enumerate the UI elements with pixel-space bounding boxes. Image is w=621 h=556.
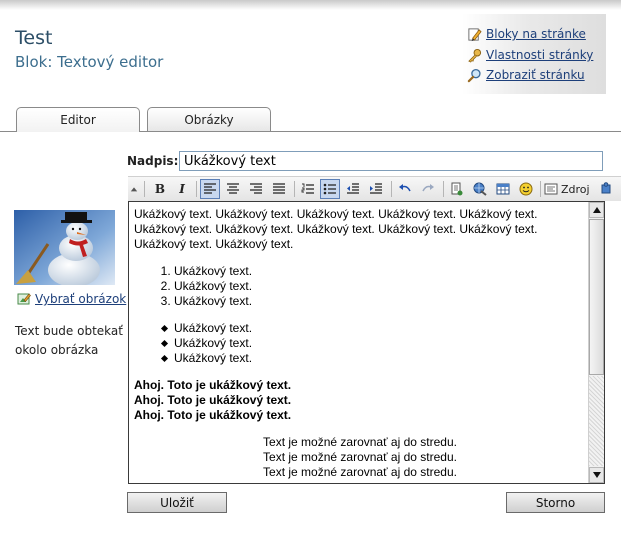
- page-title: Test: [15, 27, 53, 49]
- bold-line: Ahoj. Toto je ukážkový text.: [134, 393, 292, 407]
- insert-link-button[interactable]: [470, 179, 490, 199]
- toolbar-separator: [391, 181, 392, 197]
- image-edit-icon: [17, 293, 31, 305]
- list-item: Ukážkový text.: [164, 351, 586, 366]
- page-subtitle: Blok: Textový editor: [15, 53, 164, 71]
- bullet-list-button[interactable]: [320, 179, 340, 199]
- bold-button[interactable]: B: [150, 179, 170, 199]
- undo-icon: [399, 184, 411, 192]
- page-link-icon: [451, 182, 463, 196]
- centered-line: Text je možné zarovnať aj do stredu.: [263, 435, 457, 449]
- source-button[interactable]: Zdroj: [544, 179, 592, 199]
- puzzle-icon: [601, 182, 611, 194]
- toolbar-separator: [294, 181, 295, 197]
- arrow-up-icon: [592, 207, 601, 213]
- wrap-note: Text bude obtekať okolo obrázka: [15, 324, 123, 357]
- centered-block: Text je možné zarovnať aj do stredu. Tex…: [134, 435, 586, 480]
- sample-paragraph: Ukážkový text. Ukážkový text. Ukážkový t…: [134, 207, 538, 251]
- top-fade-bar: [0, 0, 621, 10]
- scroll-down-arrow[interactable]: [589, 467, 604, 483]
- table-icon: [496, 183, 510, 195]
- editor-content-area[interactable]: Ukážkový text. Ukážkový text. Ukážkový t…: [128, 201, 605, 484]
- tab-editor[interactable]: Editor: [16, 107, 140, 132]
- centered-line: Text je možné zarovnať aj do stredu.: [263, 465, 457, 479]
- nadpis-input[interactable]: [179, 151, 603, 171]
- snowman-image: [14, 210, 115, 285]
- magnifier-icon: [467, 68, 481, 82]
- bold-block: Ahoj. Toto je ukážkový text. Ahoj. Toto …: [134, 378, 586, 423]
- bold-line: Ahoj. Toto je ukážkový text.: [134, 378, 292, 392]
- scroll-track[interactable]: [589, 376, 604, 466]
- align-left-icon: [204, 183, 216, 194]
- link-view-page[interactable]: Zobraziť stránku: [467, 66, 585, 84]
- editor-toolbar: B I Zdroj: [128, 176, 621, 201]
- ordered-list-button[interactable]: [298, 179, 318, 199]
- key-icon: [468, 48, 482, 63]
- redo-icon: [422, 184, 434, 192]
- globe-link-icon: [473, 182, 487, 196]
- align-justify-icon: [273, 183, 285, 194]
- outdent-button[interactable]: [343, 179, 363, 199]
- cancel-button[interactable]: Storno: [506, 492, 605, 513]
- arrow-down-icon: [592, 472, 601, 478]
- italic-button[interactable]: I: [172, 179, 192, 199]
- scroll-thumb[interactable]: [589, 219, 604, 375]
- outdent-icon: [347, 183, 359, 194]
- scroll-up-arrow[interactable]: [589, 202, 604, 218]
- tab-images[interactable]: Obrázky: [147, 107, 271, 131]
- align-center-button[interactable]: [223, 179, 243, 199]
- insert-smiley-button[interactable]: [516, 179, 536, 199]
- align-right-button[interactable]: [246, 179, 266, 199]
- bullet-list: Ukážkový text. Ukážkový text. Ukážkový t…: [134, 321, 586, 366]
- undo-button[interactable]: [395, 179, 415, 199]
- bold-line: Ahoj. Toto je ukážkový text.: [134, 408, 292, 422]
- toolbar-separator: [540, 181, 541, 197]
- toolbar-collapse-icon[interactable]: [128, 179, 140, 199]
- align-right-icon: [250, 183, 262, 194]
- list-item: Ukážkový text.: [174, 294, 586, 309]
- insert-table-button[interactable]: [493, 179, 513, 199]
- list-item: Ukážkový text.: [174, 279, 586, 294]
- editor-content[interactable]: Ukážkový text. Ukážkový text. Ukážkový t…: [134, 207, 586, 480]
- save-button[interactable]: Uložiť: [127, 492, 227, 513]
- list-item: Ukážkový text.: [164, 336, 586, 351]
- more-tools-button[interactable]: [596, 179, 616, 199]
- link-page-properties[interactable]: Vlastnosti stránky: [467, 46, 593, 64]
- align-justify-button[interactable]: [269, 179, 289, 199]
- list-item: Ukážkový text.: [174, 264, 586, 279]
- editor-scrollbar[interactable]: [588, 202, 604, 483]
- source-label: Zdroj: [561, 182, 590, 196]
- source-icon: [544, 183, 558, 195]
- pick-image-label[interactable]: Vybrať obrázok: [35, 292, 126, 306]
- toolbar-separator: [144, 181, 145, 197]
- pencil-icon: [468, 27, 482, 41]
- centered-line: Text je možné zarovnať aj do stredu.: [263, 450, 457, 464]
- link-page-blocks[interactable]: Bloky na stránke: [467, 25, 586, 43]
- toolbar-separator: [196, 181, 197, 197]
- indent-button[interactable]: [366, 179, 386, 199]
- header-links-panel: Bloky na stránke Vlastnosti stránky Zobr…: [462, 14, 606, 94]
- ordered-list: Ukážkový text. Ukážkový text. Ukážkový t…: [134, 264, 586, 309]
- align-left-button[interactable]: [200, 179, 220, 199]
- smiley-icon: [519, 182, 533, 196]
- link-page-blocks-label[interactable]: Bloky na stránke: [486, 27, 586, 41]
- indent-icon: [370, 183, 382, 194]
- nadpis-label: Nadpis:: [127, 154, 179, 168]
- link-view-page-label[interactable]: Zobraziť stránku: [486, 68, 585, 82]
- pick-image-link[interactable]: Vybrať obrázok: [17, 292, 126, 306]
- list-item: Ukážkový text.: [164, 321, 586, 336]
- toolbar-separator: [443, 181, 444, 197]
- bullet-list-icon: [323, 183, 336, 195]
- ordered-list-icon: [301, 183, 314, 194]
- redo-button[interactable]: [418, 179, 438, 199]
- align-center-icon: [227, 183, 239, 194]
- link-page-properties-label[interactable]: Vlastnosti stránky: [486, 48, 593, 62]
- insert-anchor-button[interactable]: [447, 179, 467, 199]
